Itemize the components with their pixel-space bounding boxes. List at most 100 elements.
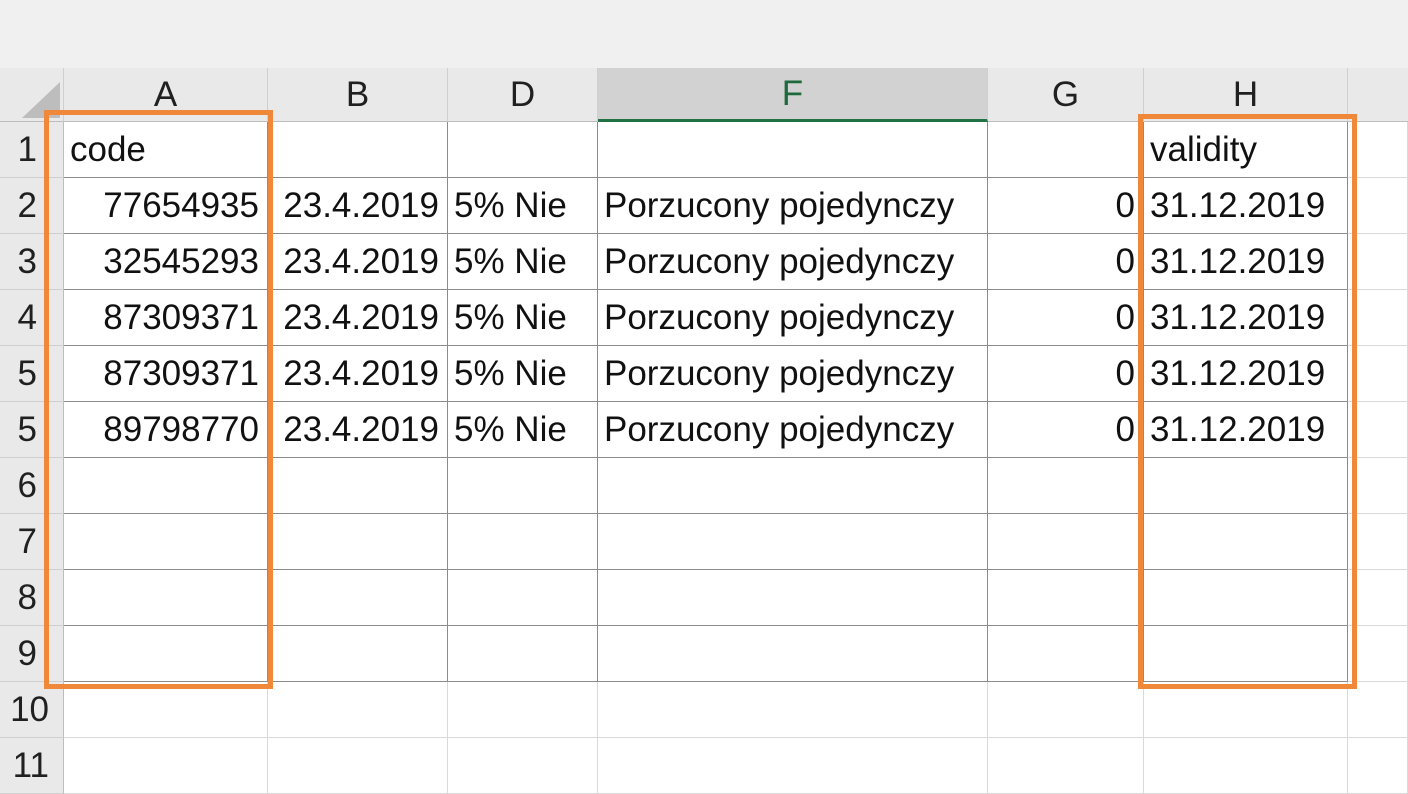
empty-cell[interactable] (1348, 458, 1408, 514)
column-header-b[interactable]: B (268, 68, 448, 122)
empty-cell[interactable] (448, 458, 598, 514)
empty-cell[interactable] (988, 626, 1144, 682)
row-header[interactable]: 5 (0, 402, 64, 458)
cell-f6[interactable]: Porzucony pojedynczy (598, 402, 988, 458)
empty-cell[interactable] (988, 738, 1144, 794)
empty-cell[interactable] (1144, 458, 1348, 514)
column-header-h[interactable]: H (1144, 68, 1348, 122)
row-header[interactable]: 2 (0, 178, 64, 234)
cell-g5[interactable]: 0 (988, 346, 1144, 402)
empty-cell[interactable] (1348, 290, 1408, 346)
row-header[interactable]: 11 (0, 738, 64, 794)
empty-cell[interactable] (598, 514, 988, 570)
empty-cell[interactable] (64, 682, 268, 738)
cell-a2[interactable]: 77654935 (64, 178, 268, 234)
empty-cell[interactable] (1144, 514, 1348, 570)
row-header[interactable]: 8 (0, 570, 64, 626)
empty-cell[interactable] (1348, 514, 1408, 570)
row-header[interactable]: 4 (0, 290, 64, 346)
cell-a6[interactable]: 89798770 (64, 402, 268, 458)
empty-cell[interactable] (1144, 570, 1348, 626)
empty-cell[interactable] (988, 682, 1144, 738)
empty-cell[interactable] (598, 458, 988, 514)
empty-cell[interactable] (1348, 178, 1408, 234)
empty-cell[interactable] (268, 458, 448, 514)
empty-cell[interactable] (448, 738, 598, 794)
cell-g4[interactable]: 0 (988, 290, 1144, 346)
empty-cell[interactable] (988, 514, 1144, 570)
cell-d5[interactable]: 5% Nie (448, 346, 598, 402)
cell-b4[interactable]: 23.4.2019 (268, 290, 448, 346)
empty-cell[interactable] (1348, 626, 1408, 682)
empty-cell[interactable] (1348, 570, 1408, 626)
empty-cell[interactable] (448, 570, 598, 626)
cell-a1[interactable]: code (64, 122, 268, 178)
row-header[interactable]: 6 (0, 458, 64, 514)
cell-d3[interactable]: 5% Nie (448, 234, 598, 290)
column-header-f[interactable]: F (598, 68, 988, 122)
empty-cell[interactable] (1348, 346, 1408, 402)
cell-d1[interactable] (448, 122, 598, 178)
cell-d2[interactable]: 5% Nie (448, 178, 598, 234)
column-header-d[interactable]: D (448, 68, 598, 122)
empty-cell[interactable] (598, 626, 988, 682)
empty-cell[interactable] (268, 626, 448, 682)
empty-cell[interactable] (1348, 738, 1408, 794)
row-header[interactable]: 9 (0, 626, 64, 682)
cell-h2[interactable]: 31.12.2019 (1144, 178, 1348, 234)
cell-h1[interactable]: validity (1144, 122, 1348, 178)
cell-g3[interactable]: 0 (988, 234, 1144, 290)
cell-f5[interactable]: Porzucony pojedynczy (598, 346, 988, 402)
empty-cell[interactable] (1144, 626, 1348, 682)
cell-f1[interactable] (598, 122, 988, 178)
cell-b6[interactable]: 23.4.2019 (268, 402, 448, 458)
empty-cell[interactable] (1144, 682, 1348, 738)
empty-cell[interactable] (1348, 122, 1408, 178)
empty-cell[interactable] (64, 458, 268, 514)
row-header[interactable]: 5 (0, 346, 64, 402)
column-header-a[interactable]: A (64, 68, 268, 122)
empty-cell[interactable] (448, 514, 598, 570)
empty-cell[interactable] (268, 514, 448, 570)
empty-cell[interactable] (268, 682, 448, 738)
column-header-g[interactable]: G (988, 68, 1144, 122)
cell-h6[interactable]: 31.12.2019 (1144, 402, 1348, 458)
cell-h4[interactable]: 31.12.2019 (1144, 290, 1348, 346)
cell-h3[interactable]: 31.12.2019 (1144, 234, 1348, 290)
empty-cell[interactable] (1144, 738, 1348, 794)
cell-a3[interactable]: 32545293 (64, 234, 268, 290)
empty-cell[interactable] (598, 738, 988, 794)
cell-a4[interactable]: 87309371 (64, 290, 268, 346)
empty-cell[interactable] (448, 682, 598, 738)
empty-cell[interactable] (64, 738, 268, 794)
empty-cell[interactable] (988, 570, 1144, 626)
cell-b3[interactable]: 23.4.2019 (268, 234, 448, 290)
cell-h5[interactable]: 31.12.2019 (1144, 346, 1348, 402)
cell-d4[interactable]: 5% Nie (448, 290, 598, 346)
row-header[interactable]: 3 (0, 234, 64, 290)
select-all-corner[interactable] (0, 68, 64, 122)
cell-b1[interactable] (268, 122, 448, 178)
empty-cell[interactable] (598, 682, 988, 738)
empty-cell[interactable] (988, 458, 1144, 514)
empty-cell[interactable] (64, 626, 268, 682)
empty-cell[interactable] (1348, 234, 1408, 290)
cell-f2[interactable]: Porzucony pojedynczy (598, 178, 988, 234)
empty-cell[interactable] (268, 570, 448, 626)
empty-cell[interactable] (1348, 682, 1408, 738)
cell-f3[interactable]: Porzucony pojedynczy (598, 234, 988, 290)
column-header-next[interactable] (1348, 68, 1408, 122)
row-header[interactable]: 1 (0, 122, 64, 178)
empty-cell[interactable] (1348, 402, 1408, 458)
cell-d6[interactable]: 5% Nie (448, 402, 598, 458)
empty-cell[interactable] (64, 514, 268, 570)
cell-b2[interactable]: 23.4.2019 (268, 178, 448, 234)
cell-a5[interactable]: 87309371 (64, 346, 268, 402)
cell-b5[interactable]: 23.4.2019 (268, 346, 448, 402)
cell-g6[interactable]: 0 (988, 402, 1144, 458)
empty-cell[interactable] (448, 626, 598, 682)
row-header[interactable]: 7 (0, 514, 64, 570)
empty-cell[interactable] (598, 570, 988, 626)
cell-f4[interactable]: Porzucony pojedynczy (598, 290, 988, 346)
cell-g1[interactable] (988, 122, 1144, 178)
